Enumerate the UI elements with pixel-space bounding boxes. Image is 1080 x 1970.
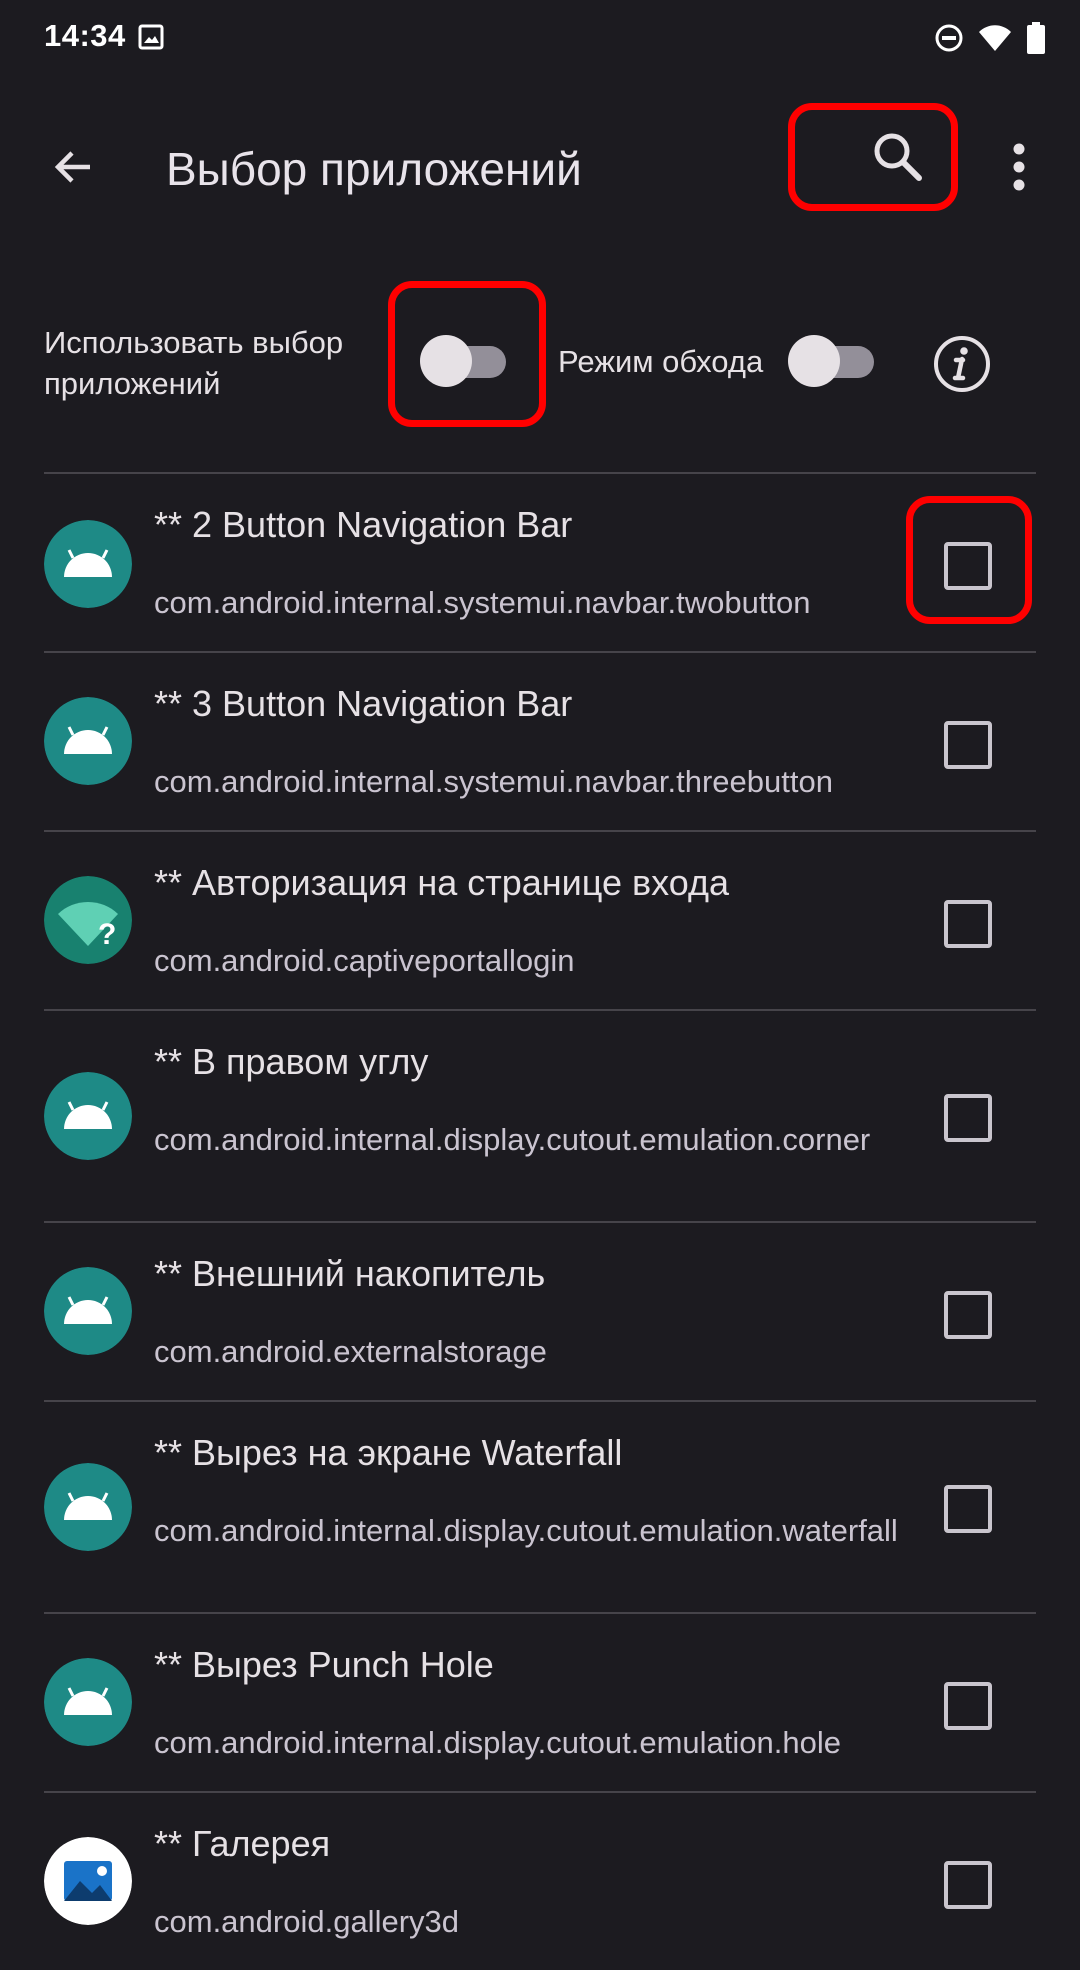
- android-icon: [44, 1658, 132, 1746]
- app-checkbox[interactable]: [944, 900, 992, 948]
- android-icon: [44, 697, 132, 785]
- page-title: Выбор приложений: [166, 143, 582, 195]
- switch-thumb: [788, 335, 840, 387]
- app-checkbox[interactable]: [944, 721, 992, 769]
- app-package: com.android.internal.systemui.navbar.two…: [154, 585, 811, 620]
- arrow-back-icon: [54, 151, 90, 183]
- search-icon: [874, 133, 922, 181]
- app-name: ** Авторизация на странице входа: [154, 862, 729, 903]
- more-vert-icon: [1013, 143, 1025, 191]
- list-item[interactable]: ** Вырез Punch Hole com.android.internal…: [44, 1614, 1036, 1791]
- app-package: com.android.internal.systemui.navbar.thr…: [154, 764, 833, 799]
- svg-text:?: ?: [98, 918, 116, 951]
- wifi-question-icon: ?: [44, 876, 132, 964]
- list-item[interactable]: ** Вырез на экране Waterfall com.android…: [44, 1402, 1036, 1612]
- battery-icon: [1027, 22, 1045, 54]
- app-checkbox[interactable]: [944, 1485, 992, 1533]
- app-checkbox[interactable]: [944, 1094, 992, 1142]
- app-checkbox[interactable]: [944, 1682, 992, 1730]
- filter-row: Использовать выбор приложений Режим обхо…: [0, 270, 1080, 442]
- app-package: com.android.internal.display.cutout.emul…: [154, 1513, 898, 1548]
- search-button[interactable]: [788, 103, 958, 211]
- status-bar: 14:34: [0, 0, 1080, 78]
- app-name: ** Внешний накопитель: [154, 1253, 546, 1294]
- android-icon: [44, 1072, 132, 1160]
- android-icon: [44, 520, 132, 608]
- android-icon: [44, 1463, 132, 1551]
- switch-thumb: [420, 335, 472, 387]
- do-not-disturb-icon: [935, 24, 963, 52]
- list-item[interactable]: ** В правом углу com.android.internal.di…: [44, 1011, 1036, 1221]
- status-icons: [934, 22, 1046, 54]
- app-package: com.android.captiveportallogin: [154, 943, 575, 978]
- bypass-mode-switch[interactable]: [788, 335, 876, 387]
- list-item[interactable]: ** 2 Button Navigation Bar com.android.i…: [44, 474, 1036, 651]
- app-package: com.android.internal.display.cutout.emul…: [154, 1122, 871, 1157]
- app-name: ** Галерея: [154, 1823, 331, 1864]
- app-package: com.android.gallery3d: [154, 1904, 460, 1939]
- list-item[interactable]: ** 3 Button Navigation Bar com.android.i…: [44, 653, 1036, 830]
- image-icon: [138, 24, 164, 50]
- list-item[interactable]: ** Внешний накопитель com.android.extern…: [44, 1223, 1036, 1400]
- app-checkbox[interactable]: [944, 1861, 992, 1909]
- app-package: com.android.externalstorage: [154, 1334, 547, 1369]
- app-list: ** 2 Button Navigation Bar com.android.i…: [44, 472, 1036, 1970]
- wifi-icon: [979, 25, 1011, 51]
- use-selection-label: Использовать выбор приложений: [44, 325, 344, 401]
- app-name: ** В правом углу: [154, 1041, 429, 1082]
- app-bar: Выбор приложений: [0, 86, 1080, 246]
- gallery-icon: [44, 1837, 132, 1925]
- android-icon: [44, 1267, 132, 1355]
- app-name: ** 3 Button Navigation Bar: [154, 683, 573, 724]
- use-selection-switch[interactable]: [420, 335, 508, 387]
- app-name: ** Вырез на экране Waterfall: [154, 1432, 623, 1473]
- back-button[interactable]: [40, 133, 108, 201]
- app-checkbox[interactable]: [944, 1291, 992, 1339]
- app-name: ** 2 Button Navigation Bar: [154, 504, 573, 545]
- list-item[interactable]: ? ** Авторизация на странице входа com.a…: [44, 832, 1036, 1009]
- status-time: 14:34: [44, 18, 126, 53]
- list-item[interactable]: ** Галерея com.android.gallery3d: [44, 1793, 1036, 1970]
- bypass-mode-label: Режим обхода: [558, 344, 764, 379]
- app-checkbox[interactable]: [944, 542, 992, 590]
- more-options-button[interactable]: [992, 133, 1046, 201]
- info-icon[interactable]: [932, 334, 992, 394]
- app-name: ** Вырез Punch Hole: [154, 1644, 494, 1685]
- app-package: com.android.internal.display.cutout.emul…: [154, 1725, 841, 1760]
